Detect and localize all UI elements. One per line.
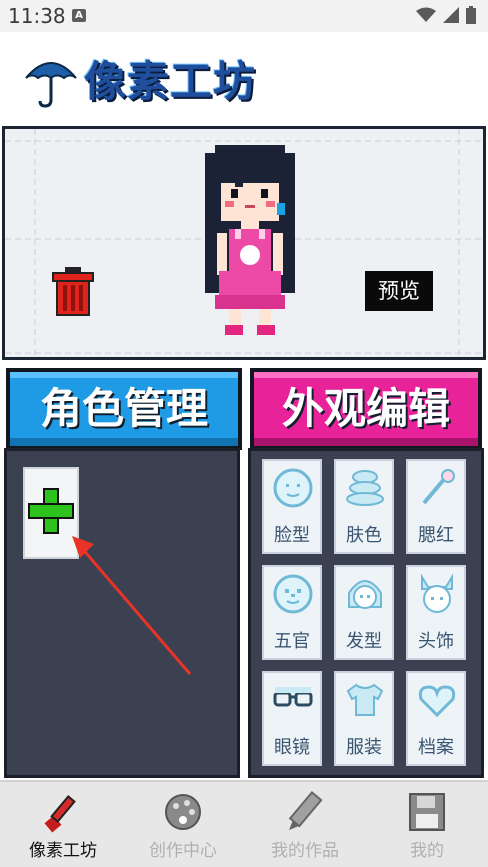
app-header: 像素工坊	[0, 32, 488, 124]
editor-area: 角色管理 外观编辑 脸型 肤色 腮红 五官 发型 头饰 眼镜 服装 档案	[0, 360, 488, 780]
appearance-grid: 脸型 肤色 腮红 五官 发型 头饰 眼镜 服装 档案	[262, 459, 466, 766]
tab-appearance-edit-label: 外观编辑	[281, 384, 450, 433]
nav-pixel-workshop[interactable]: 像素工坊	[8, 782, 118, 867]
umbrella-icon	[25, 62, 77, 108]
tab-role-management-label: 角色管理	[39, 384, 208, 433]
paintbrush-icon	[44, 795, 76, 833]
headwear-icon	[421, 573, 453, 613]
pencil-icon	[288, 790, 323, 830]
skin-color-icon	[346, 470, 384, 506]
blush-brush-icon	[422, 469, 455, 505]
signal-icon	[443, 7, 459, 23]
appearance-item-label: 脸型	[274, 525, 310, 546]
appearance-item-label: 五官	[274, 631, 310, 652]
appearance-item-label: 服装	[346, 737, 382, 758]
appearance-item-clothing[interactable]: 服装	[334, 671, 394, 766]
appearance-item-label: 发型	[346, 631, 382, 652]
annotation-arrow	[72, 536, 192, 675]
status-bar: 11:38 A	[0, 0, 488, 32]
appearance-item-skin-color[interactable]: 肤色	[334, 459, 394, 554]
trash-icon[interactable]	[51, 265, 95, 317]
nav-mine[interactable]: 我的	[372, 782, 482, 867]
plus-icon	[28, 488, 74, 534]
appearance-item-label: 腮红	[418, 525, 454, 546]
tab-role-management[interactable]: 角色管理	[6, 368, 242, 450]
tab-appearance-edit[interactable]: 外观编辑	[250, 368, 482, 450]
appearance-item-label: 肤色	[346, 525, 382, 546]
clothing-icon	[346, 683, 384, 716]
appearance-item-profile[interactable]: 档案	[406, 671, 466, 766]
appearance-item-glasses[interactable]: 眼镜	[262, 671, 322, 766]
bottom-nav: 像素工坊 创作中心 我的作品 我的	[0, 780, 488, 867]
appearance-item-face-shape[interactable]: 脸型	[262, 459, 322, 554]
notification-icon: A	[72, 9, 86, 22]
battery-icon	[466, 6, 476, 24]
appearance-panel: 脸型 肤色 腮红 五官 发型 头饰 眼镜 服装 档案	[248, 448, 484, 778]
app-title: 像素工坊	[84, 57, 257, 106]
appearance-item-label: 档案	[418, 737, 454, 758]
nav-label: 我的	[410, 841, 444, 861]
heart-profile-icon	[418, 685, 456, 718]
glasses-icon	[273, 687, 313, 707]
pixel-character	[205, 145, 295, 335]
nav-label: 像素工坊	[29, 841, 97, 861]
app-screen: 11:38 A 像素工坊 预览 角色管理 外观编辑 脸型 肤色 腮红 五官 发型…	[0, 0, 488, 867]
face-shape-icon	[273, 468, 313, 508]
nav-my-works[interactable]: 我的作品	[250, 782, 360, 867]
appearance-item-hairstyle[interactable]: 发型	[334, 565, 394, 660]
appearance-item-blush[interactable]: 腮红	[406, 459, 466, 554]
appearance-item-label: 头饰	[418, 631, 454, 652]
status-time: 11:38	[8, 4, 66, 28]
hairstyle-icon	[348, 580, 382, 609]
appearance-item-facial-features[interactable]: 五官	[262, 565, 322, 660]
nav-label: 创作中心	[149, 841, 217, 861]
facial-features-icon	[273, 574, 313, 614]
character-canvas[interactable]: 预览	[2, 126, 486, 360]
nav-creation-center[interactable]: 创作中心	[128, 782, 238, 867]
appearance-item-label: 眼镜	[274, 737, 310, 758]
wifi-icon	[416, 7, 436, 22]
floppy-disk-icon	[409, 793, 445, 831]
status-icons	[416, 6, 476, 24]
preview-button[interactable]: 预览	[365, 271, 433, 311]
nav-label: 我的作品	[271, 841, 339, 861]
palette-icon	[165, 794, 201, 830]
appearance-item-headwear[interactable]: 头饰	[406, 565, 466, 660]
